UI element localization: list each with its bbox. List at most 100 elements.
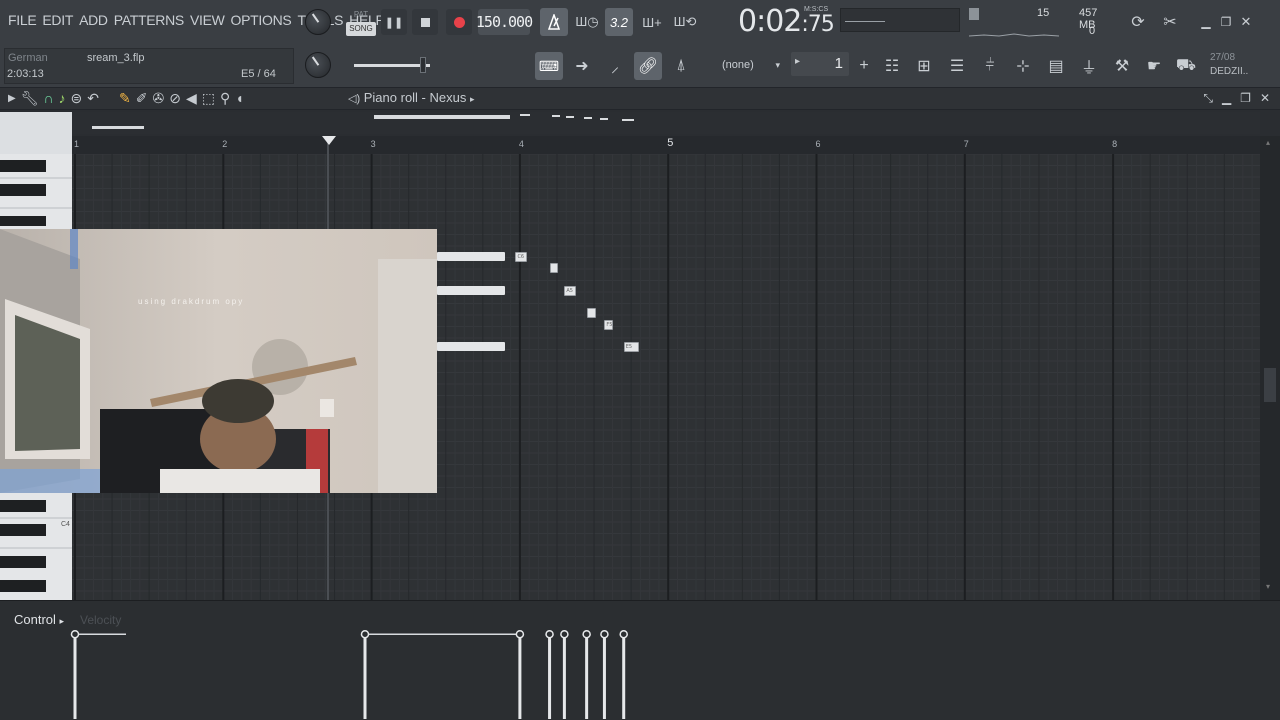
timeline-ruler[interactable]: 1 2 3 4 5 6 7 8 (72, 136, 1260, 154)
pause-button[interactable]: ❚❚ (381, 9, 407, 35)
pencil-tool-icon[interactable]: ✎ (119, 90, 131, 108)
menu-patterns[interactable]: PATTERNS (114, 12, 185, 28)
velocity-handle-4[interactable] (560, 629, 569, 639)
piano-roll-icon: ⊞ (917, 58, 931, 75)
scroll-thumb[interactable] (374, 115, 510, 119)
velocity-handle-2[interactable] (515, 629, 525, 639)
velocity-handle-7[interactable] (619, 629, 628, 639)
plugin-picker-button[interactable]: ⏚ (1075, 52, 1103, 80)
window-maximize-icon[interactable]: ❐ (1240, 91, 1251, 106)
stop-button[interactable] (412, 9, 438, 35)
channel-rack-icon: ☰ (949, 58, 965, 75)
volume-slider-handle[interactable] (420, 57, 426, 73)
tools-button[interactable]: ⚒ (1108, 52, 1136, 80)
undo-history-button[interactable]: ⟳ (1124, 8, 1152, 36)
mute-tool-icon[interactable]: ⊘ (169, 90, 181, 108)
bar-number-2: 2 (222, 139, 228, 149)
countdown-icon: 3.2 (609, 14, 629, 30)
browser-icon: ⊹ (1016, 58, 1030, 75)
memory-usage: 457 MB (1079, 7, 1098, 31)
select-tool-icon[interactable]: ⬚ (202, 90, 215, 108)
velocity-handle-3[interactable] (545, 629, 554, 639)
bar-number-6: 6 (815, 139, 821, 149)
pat-song-toggle[interactable]: PAT SONG (346, 8, 376, 38)
stamp-icon[interactable]: ⊜ (71, 90, 83, 108)
window-close-icon[interactable]: ✕ (1260, 91, 1270, 106)
link-button[interactable]: 🔗︎ (634, 52, 662, 80)
playlist-icon: ☷ (884, 58, 900, 75)
mixer-icon: ⫩ (985, 57, 995, 74)
menu-view[interactable]: VIEW (190, 12, 225, 28)
countdown-button[interactable]: 3.2 (605, 8, 633, 36)
shop-button[interactable]: ⛟ (1172, 52, 1200, 80)
add-pattern-button[interactable]: + (850, 52, 878, 80)
webcam-image (0, 229, 437, 493)
vertical-scrollbar[interactable]: ▴ ▾ (1260, 136, 1280, 600)
wrench-tool-icon[interactable]: 🔧︎ (21, 90, 39, 108)
record-button[interactable] (446, 9, 472, 35)
scroll-down-icon[interactable]: ▾ (1266, 582, 1270, 591)
bar-number-8: 8 (1112, 139, 1118, 149)
close-app-button[interactable]: ✕ (1232, 8, 1260, 36)
vertical-scroll-thumb[interactable] (1264, 368, 1276, 402)
plus-icon: + (859, 57, 869, 74)
zoom-tool-icon[interactable]: ⚲ (220, 90, 230, 108)
record-icon (453, 16, 465, 28)
loop-record-icon: Ш⟲ (673, 14, 697, 29)
mixer-cut-button[interactable]: ✂ (1156, 8, 1184, 36)
channel-rack-button[interactable]: ☰ (943, 52, 971, 80)
typing-keyboard-button[interactable]: ⍋ (667, 52, 695, 80)
pattern-number: 1 (834, 55, 843, 72)
velocity-handle-1[interactable] (360, 629, 370, 639)
cart-icon: ⛟ (1175, 57, 1197, 74)
playhead-marker-icon[interactable] (322, 136, 336, 145)
zoom-handle[interactable] (92, 126, 144, 129)
window-minimize-icon[interactable]: ▁ (1222, 91, 1231, 106)
master-volume-knob[interactable] (305, 9, 331, 35)
master-volume-slider[interactable] (354, 57, 430, 73)
news-text[interactable]: DEDZII.. (1210, 66, 1248, 77)
time-main: 0:02 (738, 4, 802, 39)
delete-tool-icon[interactable]: ✇ (152, 90, 164, 108)
mixer-button[interactable]: ⫩ (976, 52, 1004, 80)
velocity-handle-0[interactable] (70, 629, 80, 639)
playlist-button[interactable]: ☷ (878, 52, 906, 80)
project-time: 2:03:13 (7, 68, 44, 80)
snap-select[interactable]: (none) ▾ (714, 54, 780, 76)
options-arrow-icon[interactable]: ▶ (8, 90, 16, 108)
velocity-lane[interactable] (0, 601, 1280, 720)
undo-icon[interactable]: ↶ (87, 90, 99, 108)
master-pitch-knob[interactable] (305, 52, 331, 78)
loop-record-button[interactable]: Ш⟲ (671, 8, 699, 36)
pattern-selector[interactable]: ▸ 1 (791, 52, 849, 76)
speaker-icon: ◁) (348, 93, 361, 105)
piano-roll-title[interactable]: ◁) Piano roll - Nexus ▸ (348, 90, 475, 105)
horizontal-scrollbar[interactable] (72, 112, 1260, 134)
menu-options[interactable]: OPTIONS (231, 12, 292, 28)
piano-roll-button[interactable]: ⊞ (910, 52, 938, 80)
detach-icon[interactable]: ⤡ (1203, 91, 1213, 106)
browser-button[interactable]: ⊹ (1009, 52, 1037, 80)
song-label: SONG (346, 22, 376, 36)
note-icon[interactable]: ♪ (59, 90, 66, 108)
menu-edit[interactable]: EDIT (42, 12, 73, 28)
touch-keyboard-button[interactable]: ☛ (1140, 52, 1168, 80)
arrow-button[interactable]: ➜ (568, 52, 596, 80)
scroll-up-icon[interactable]: ▴ (1266, 138, 1270, 147)
paint-tool-icon[interactable]: ✐ (136, 90, 148, 108)
step-edit-button[interactable]: Ш+ (638, 8, 666, 36)
velocity-handle-5[interactable] (582, 629, 591, 639)
menu-add[interactable]: ADD (79, 12, 108, 28)
velocity-handle-6[interactable] (600, 629, 609, 639)
step-sequencer-button[interactable]: ⸝ (601, 52, 629, 80)
metronome-button[interactable] (540, 8, 568, 36)
wait-icon: Ш◷ (575, 14, 599, 29)
piano-roll-view-button[interactable]: ⌨ (535, 52, 563, 80)
slice-tool-icon[interactable]: ◀ (186, 90, 197, 108)
wait-for-input-button[interactable]: Ш◷ (573, 8, 601, 36)
menu-file[interactable]: FILE (8, 12, 37, 28)
playback-tool-icon[interactable]: ◖ (235, 90, 243, 108)
tempo-display[interactable]: 150.000 (476, 9, 533, 35)
project-button[interactable]: ▤ (1042, 52, 1070, 80)
magnet-icon[interactable]: ∩ (43, 90, 53, 108)
